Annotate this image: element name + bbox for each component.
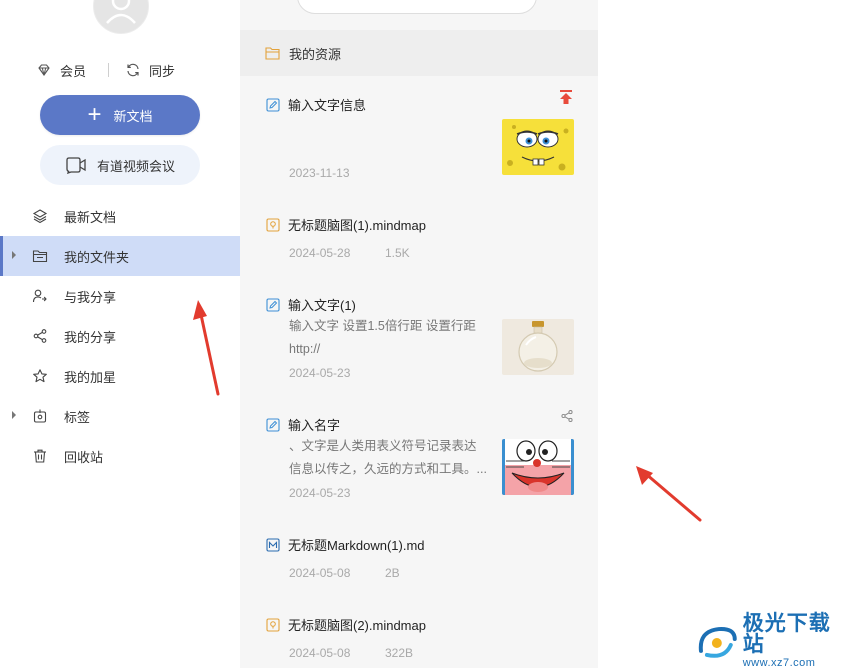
item-title-row: 无标题脑图(2).mindmap: [266, 615, 426, 634]
people-share-icon: [32, 288, 48, 304]
avatar[interactable]: [93, 0, 149, 34]
item-title: 输入文字信息: [288, 98, 367, 113]
note-icon: [266, 97, 280, 112]
plus-icon: +: [87, 101, 102, 128]
item-snippet-line: 、文字是人类用表义符号记录表达: [289, 439, 477, 453]
list-item[interactable]: 无标题脑图(1).mindmap 2024-05-28 1.5K: [240, 215, 598, 285]
item-snippet-line: 信息以传之，久远的方式和工具。...: [289, 462, 487, 476]
sidebar-item-label: 最新文档: [64, 209, 117, 225]
new-document-label: 新文档: [113, 108, 153, 124]
document-list-panel: 我的资源 输入文字信息 2023-11-13 无标题脑图(1).mindmap …: [240, 0, 598, 668]
video-meeting-button[interactable]: 有道视频会议: [40, 145, 200, 185]
sidebar-item-label: 我的分享: [64, 329, 117, 345]
sidebar-item-latest[interactable]: 最新文档: [0, 196, 240, 236]
item-snippet: 输入文字 设置1.5倍行距 设置行距 http://: [289, 315, 489, 361]
doraemon-thumbnail: [502, 439, 574, 495]
sidebar-item-label: 回收站: [64, 449, 104, 465]
list-item[interactable]: 输入名字 、文字是人类用表义符号记录表达 信息以传之，久远的方式和工具。...: [240, 410, 598, 525]
item-date: 2024-05-08: [289, 646, 351, 660]
item-size: 2B: [385, 566, 400, 580]
sidebar-nav: 最新文档 我的文件夹 与我分享 我的分享 我的加星 标签 回收站: [0, 196, 240, 476]
item-date: 2024-05-28: [289, 246, 351, 260]
document-content-area: [598, 0, 852, 668]
item-date: 2023-11-13: [289, 166, 350, 180]
item-title-row: 输入名字: [266, 415, 340, 434]
shared-icon[interactable]: [560, 409, 574, 423]
video-camera-icon: [66, 157, 86, 174]
list-item[interactable]: 输入文字(1) 输入文字 设置1.5倍行距 设置行距 http:// 2024-…: [240, 295, 598, 405]
mindmap-icon: [266, 217, 280, 232]
watermark-name: 极光下载站: [742, 612, 831, 656]
member-label: 会员: [60, 63, 87, 79]
item-date: 2024-05-08: [289, 566, 351, 580]
new-document-button[interactable]: + 新文档: [40, 95, 200, 135]
folder-icon: [265, 47, 280, 60]
folder-icon: [32, 248, 48, 264]
sync-icon: [127, 63, 139, 77]
sidebar-item-starred[interactable]: 我的加星: [0, 356, 240, 396]
member-button[interactable]: 会员: [36, 61, 86, 80]
item-title-row: 无标题Markdown(1).md: [266, 535, 425, 554]
item-snippet-line: 输入文字 设置1.5倍行距 设置行距: [289, 319, 476, 333]
item-snippet-line: http://: [289, 342, 321, 356]
item-title: 无标题脑图(2).mindmap: [288, 618, 426, 633]
folder-header: 我的资源: [240, 30, 598, 76]
item-size: 1.5K: [385, 246, 410, 260]
sidebar-item-label: 我的加星: [64, 369, 117, 385]
user-avatar-icon: [94, 0, 148, 33]
share-icon: [32, 328, 48, 344]
sidebar-item-my-shares[interactable]: 我的分享: [0, 316, 240, 356]
sync-button[interactable]: 同步: [125, 61, 175, 80]
watermark-text: 极光下载站 www.xz7.com: [743, 613, 852, 669]
glass-bottle-thumbnail: [502, 319, 574, 375]
item-title-row: 无标题脑图(1).mindmap: [266, 215, 426, 234]
diamond-icon: [38, 64, 50, 76]
tag-icon: [32, 408, 48, 424]
sidebar-item-label: 与我分享: [64, 289, 117, 305]
account-meta-row: 会员 同步: [36, 60, 175, 80]
sidebar-item-tags[interactable]: 标签: [0, 396, 240, 436]
item-size: 322B: [385, 646, 414, 660]
folder-title: 我的资源: [289, 46, 342, 62]
trash-icon: [32, 448, 48, 464]
watermark-logo: 极光下载站 www.xz7.com: [695, 613, 852, 669]
video-meeting-label: 有道视频会议: [96, 158, 175, 174]
item-title-row: 输入文字信息: [266, 95, 366, 114]
item-date: 2024-05-23: [289, 366, 351, 380]
note-icon: [266, 417, 280, 432]
sidebar-item-my-folder[interactable]: 我的文件夹: [0, 236, 240, 276]
sidebar-item-label: 标签: [64, 409, 91, 425]
logo-swirl-icon: [698, 627, 737, 658]
item-date: 2024-05-23: [289, 486, 351, 500]
item-snippet: 、文字是人类用表义符号记录表达 信息以传之，久远的方式和工具。...: [289, 435, 489, 481]
pin-top-icon[interactable]: [558, 89, 574, 105]
list-item[interactable]: 无标题脑图(2).mindmap 2024-05-08 322B: [240, 615, 598, 668]
item-title-row: 输入文字(1): [266, 295, 356, 314]
sidebar-item-label: 我的文件夹: [64, 249, 130, 265]
mindmap-icon: [266, 617, 280, 632]
sidebar-item-trash[interactable]: 回收站: [0, 436, 240, 476]
markdown-icon: [266, 537, 280, 552]
item-title: 输入文字(1): [288, 298, 356, 313]
list-item[interactable]: 输入文字信息 2023-11-13: [240, 90, 598, 205]
sidebar-item-shared-with-me[interactable]: 与我分享: [0, 276, 240, 316]
expand-caret-icon[interactable]: [12, 411, 16, 419]
note-icon: [266, 297, 280, 312]
item-title: 输入名字: [288, 418, 341, 433]
sidebar: 会员 同步 + 新文档 有道视频会议 最新文档 我的文件夹 与我分享 我的分享 …: [0, 0, 240, 668]
spongebob-thumbnail: [502, 119, 574, 175]
list-item[interactable]: 无标题Markdown(1).md 2024-05-08 2B: [240, 535, 598, 605]
expand-caret-icon[interactable]: [12, 251, 16, 259]
divider: [108, 63, 110, 77]
watermark-url: www.xz7.com: [742, 657, 816, 669]
search-input[interactable]: [297, 0, 537, 14]
layers-icon: [32, 208, 48, 224]
item-title: 无标题Markdown(1).md: [288, 538, 425, 553]
item-title: 无标题脑图(1).mindmap: [288, 218, 426, 233]
sync-label: 同步: [149, 63, 176, 79]
star-icon: [32, 368, 48, 384]
